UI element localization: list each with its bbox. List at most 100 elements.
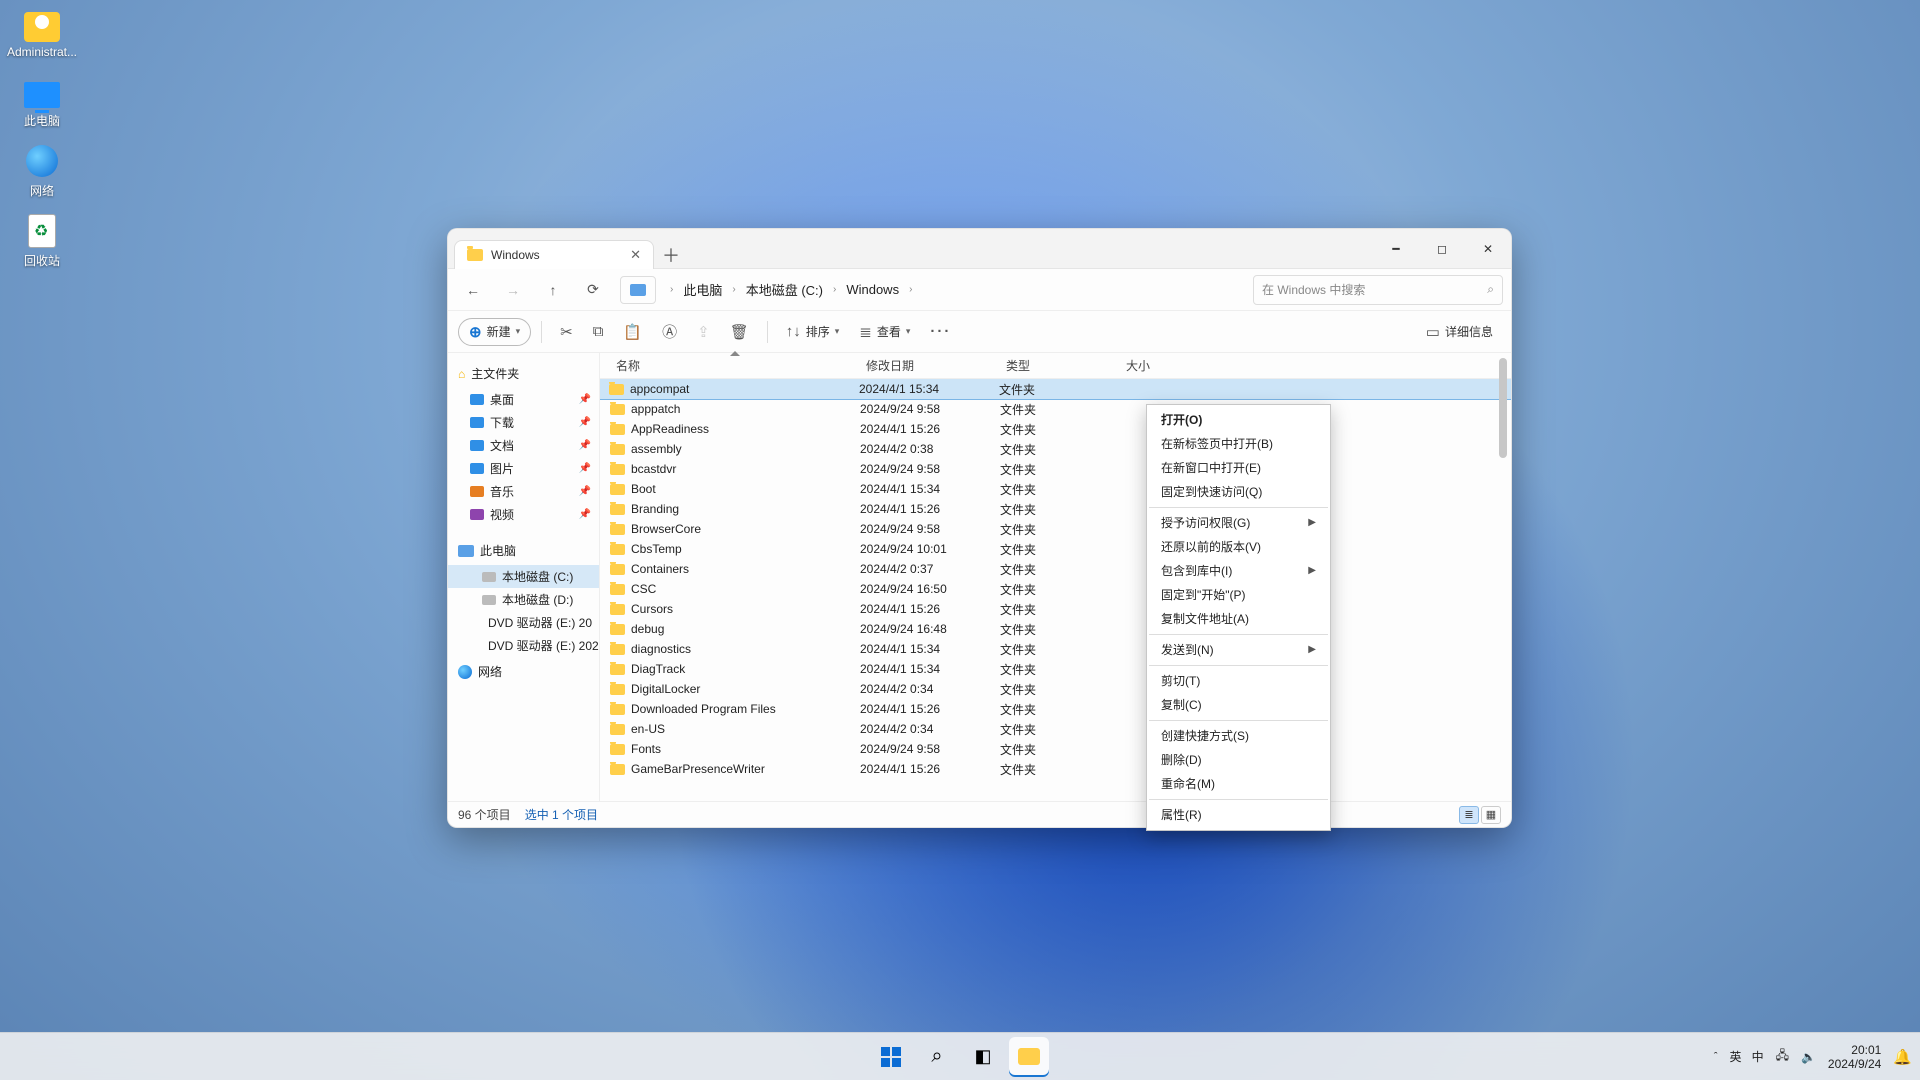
table-row[interactable]: AppReadiness2024/4/1 15:26文件夹 [600,419,1511,439]
context-menu-item[interactable]: 删除(D) [1147,748,1330,772]
sidebar-thispc[interactable]: 此电脑 [448,536,599,565]
table-row[interactable]: Cursors2024/4/1 15:26文件夹 [600,599,1511,619]
share-button[interactable]: ⇪ [689,318,718,346]
table-row[interactable]: GameBarPresenceWriter2024/4/1 15:26文件夹 [600,759,1511,779]
breadcrumb[interactable]: ›此电脑›本地磁盘 (C:)›Windows› [662,276,1247,303]
close-button[interactable]: ✕ [1465,229,1511,268]
delete-button[interactable]: 🗑 [722,318,757,346]
nav-refresh-button[interactable]: ⟳ [576,275,610,305]
new-tab-button[interactable]: ＋ [654,242,688,268]
context-menu-item[interactable]: 创建快捷方式(S) [1147,724,1330,748]
maximize-button[interactable]: ◻ [1419,229,1465,268]
sidebar-item-音乐[interactable]: 音乐📌 [448,480,599,503]
sort-button[interactable]: ↑↓ 排序 ▾ [778,318,848,345]
context-menu-item[interactable]: 复制文件地址(A) [1147,607,1330,631]
context-menu-item[interactable]: 固定到快速访问(Q) [1147,480,1330,504]
cut-button[interactable]: ✂ [552,318,581,346]
new-button[interactable]: ⊕ 新建 ▾ [458,318,531,346]
table-row[interactable]: DigitalLocker2024/4/2 0:34文件夹 [600,679,1511,699]
context-menu-item[interactable]: 重命名(M) [1147,772,1330,796]
context-menu-item[interactable]: 复制(C) [1147,693,1330,717]
breadcrumb-segment[interactable]: 本地磁盘 (C:) [740,276,829,303]
search-button[interactable]: ⌕ [917,1037,957,1077]
table-row[interactable]: BrowserCore2024/9/24 9:58文件夹 [600,519,1511,539]
file-explorer-taskbar[interactable] [1009,1037,1049,1077]
table-row[interactable]: diagnostics2024/4/1 15:34文件夹 [600,639,1511,659]
table-row[interactable]: Fonts2024/9/24 9:58文件夹 [600,739,1511,759]
network-tray-icon[interactable]: 🖧 [1776,1046,1789,1067]
ime-indicator[interactable]: 英 中 [1730,1048,1764,1065]
sidebar-item-视频[interactable]: 视频📌 [448,503,599,526]
sidebar-drive[interactable]: DVD 驱动器 (E:) 20 [448,611,599,634]
table-row[interactable]: DiagTrack2024/4/1 15:34文件夹 [600,659,1511,679]
details-view-toggle[interactable]: ≣ [1459,806,1479,824]
thumbnails-view-toggle[interactable]: ▦ [1481,806,1501,824]
table-row[interactable]: CbsTemp2024/9/24 10:01文件夹 [600,539,1511,559]
col-type[interactable]: 类型 [1000,353,1120,378]
table-row[interactable]: Containers2024/4/2 0:37文件夹 [600,559,1511,579]
table-row[interactable]: CSC2024/9/24 16:50文件夹 [600,579,1511,599]
context-menu-item[interactable]: 属性(R) [1147,803,1330,827]
table-row[interactable]: Branding2024/4/1 15:26文件夹 [600,499,1511,519]
table-row[interactable]: assembly2024/4/2 0:38文件夹 [600,439,1511,459]
notifications-icon[interactable]: 🔔 [1893,1048,1912,1066]
context-menu-item[interactable]: 在新窗口中打开(E) [1147,456,1330,480]
view-button[interactable]: ≣ 查看 ▾ [851,318,918,346]
sidebar-item-图片[interactable]: 图片📌 [448,457,599,480]
start-button[interactable] [871,1037,911,1077]
sidebar-drive[interactable]: DVD 驱动器 (E:) 202 [448,634,599,657]
copy-button[interactable]: ⧉ [585,318,612,345]
table-row[interactable]: debug2024/9/24 16:48文件夹 [600,619,1511,639]
rename-button[interactable]: Ⓐ [654,316,685,347]
sidebar-home[interactable]: ⌂ 主文件夹 [448,359,599,388]
col-date[interactable]: 修改日期 [860,353,1000,378]
sidebar-drive[interactable]: 本地磁盘 (C:) [448,565,599,588]
more-button[interactable]: ··· [922,318,959,345]
desktop-icon-globe[interactable]: 网络 [4,143,80,199]
sidebar-item-下载[interactable]: 下载📌 [448,411,599,434]
nav-up-button[interactable]: ↑ [536,275,570,305]
tab-close-icon[interactable]: ✕ [630,247,641,263]
context-menu-item[interactable]: 在新标签页中打开(B) [1147,432,1330,456]
table-row[interactable]: bcastdvr2024/9/24 9:58文件夹 [600,459,1511,479]
scrollbar-thumb[interactable] [1499,358,1507,458]
context-menu-item[interactable]: 还原以前的版本(V) [1147,535,1330,559]
table-row[interactable]: Boot2024/4/1 15:34文件夹 [600,479,1511,499]
details-pane-button[interactable]: ▭ 详细信息 [1418,318,1501,346]
context-menu-item[interactable]: 授予访问权限(G)▶ [1147,511,1330,535]
file-date: 2024/9/24 16:50 [860,582,1000,596]
context-menu-item[interactable]: 打开(O) [1147,408,1330,432]
scrollbar[interactable] [1496,354,1510,800]
clock[interactable]: 20:01 2024/9/24 [1828,1043,1881,1071]
folder-icon [610,684,625,695]
sidebar-item-桌面[interactable]: 桌面📌 [448,388,599,411]
table-row[interactable]: apppatch2024/9/24 9:58文件夹 [600,399,1511,419]
pc-icon[interactable] [620,276,656,304]
sidebar-item-文档[interactable]: 文档📌 [448,434,599,457]
search-input[interactable]: 在 Windows 中搜索 ⌕ [1253,275,1503,305]
context-menu-item[interactable]: 发送到(N)▶ [1147,638,1330,662]
tab-windows[interactable]: Windows ✕ [454,240,654,269]
context-menu-item[interactable]: 剪切(T) [1147,669,1330,693]
taskview-button[interactable]: ◧ [963,1037,1003,1077]
col-size[interactable]: 大小 [1120,353,1210,378]
tray-chevron-icon[interactable]: ˆ [1714,1051,1718,1063]
sidebar-network[interactable]: 网络 [448,657,599,686]
desktop-icon-pc[interactable]: 此电脑 [4,73,80,129]
context-menu-item[interactable]: 包含到库中(I)▶ [1147,559,1330,583]
desktop-icon-recycle[interactable]: 回收站 [4,213,80,269]
breadcrumb-segment[interactable]: Windows [840,278,905,301]
table-row[interactable]: appcompat2024/4/1 15:34文件夹 [600,379,1511,400]
sidebar-drive[interactable]: 本地磁盘 (D:) [448,588,599,611]
breadcrumb-segment[interactable]: 此电脑 [677,276,728,303]
nav-back-button[interactable]: ← [456,275,490,305]
table-row[interactable]: Downloaded Program Files2024/4/1 15:26文件… [600,699,1511,719]
nav-forward-button[interactable]: → [496,275,530,305]
minimize-button[interactable]: ━ [1373,229,1419,268]
col-name[interactable]: 名称 [610,353,860,378]
context-menu-item[interactable]: 固定到"开始"(P) [1147,583,1330,607]
table-row[interactable]: en-US2024/4/2 0:34文件夹 [600,719,1511,739]
paste-button[interactable]: 📋 [615,318,650,346]
volume-tray-icon[interactable]: 🔈 [1801,1050,1816,1064]
desktop-icon-user[interactable]: Administrat... [4,6,80,59]
